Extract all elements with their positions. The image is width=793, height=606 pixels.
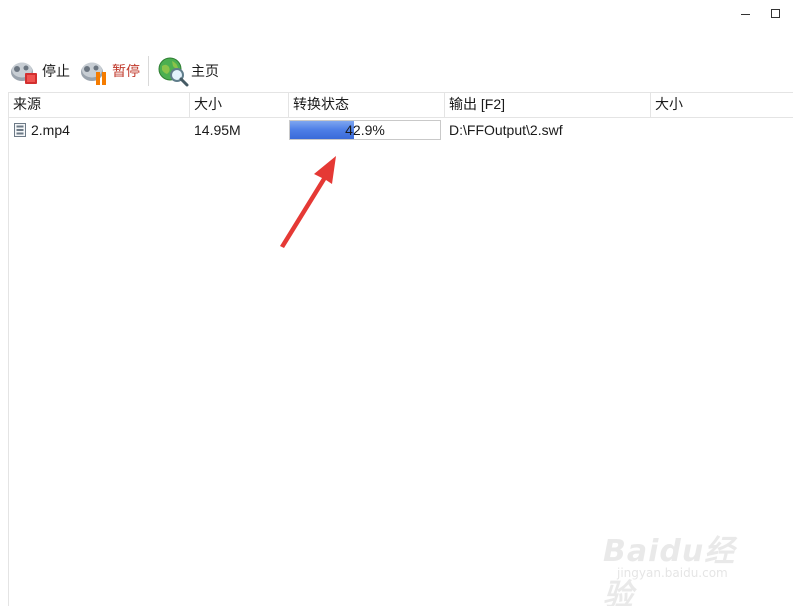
column-header-output[interactable]: 输出 [F2] <box>445 93 651 117</box>
status-cell: 42.9% <box>289 118 445 142</box>
size-cell: 14.95M <box>194 122 241 138</box>
maximize-icon <box>770 8 780 18</box>
home-button[interactable]: 主页 <box>153 54 223 88</box>
toolbar-separator <box>148 56 149 86</box>
pause-button[interactable]: 暂停 <box>74 54 144 88</box>
globe-search-icon <box>157 55 189 87</box>
list-header: 来源 大小 转换状态 输出 [F2] 大小 <box>9 92 793 118</box>
toolbar: 停止 暂停 主页 <box>4 52 223 90</box>
conversion-progress-bar: 42.9% <box>289 120 441 140</box>
output-size-cell <box>651 118 793 142</box>
minimize-button[interactable] <box>737 6 753 20</box>
stop-icon <box>8 55 40 87</box>
column-header-source[interactable]: 来源 <box>9 93 190 117</box>
minimize-icon <box>740 13 750 15</box>
pause-label: 暂停 <box>112 63 140 79</box>
pause-icon <box>78 55 110 87</box>
home-label: 主页 <box>191 63 219 79</box>
table-row[interactable]: 2.mp4 14.95M 42.9% D:\FFOutput\2.swf <box>9 118 793 142</box>
window-controls <box>737 6 783 20</box>
app-window: 停止 暂停 主页 来源 大小 转换状态 输出 [F2] 大小 2.mp4 14.… <box>0 0 793 606</box>
output-cell: D:\FFOutput\2.swf <box>449 122 563 138</box>
stop-button[interactable]: 停止 <box>4 54 74 88</box>
source-cell: 2.mp4 <box>9 118 190 142</box>
conversion-list[interactable]: 来源 大小 转换状态 输出 [F2] 大小 2.mp4 14.95M 42.9%… <box>8 92 793 606</box>
maximize-button[interactable] <box>767 6 783 20</box>
column-header-status[interactable]: 转换状态 <box>289 93 445 117</box>
progress-percent: 42.9% <box>345 122 385 138</box>
column-header-size[interactable]: 大小 <box>190 93 289 117</box>
source-filename: 2.mp4 <box>31 122 70 138</box>
column-header-output-size[interactable]: 大小 <box>651 93 793 117</box>
stop-label: 停止 <box>42 63 70 79</box>
video-file-icon <box>14 123 26 137</box>
